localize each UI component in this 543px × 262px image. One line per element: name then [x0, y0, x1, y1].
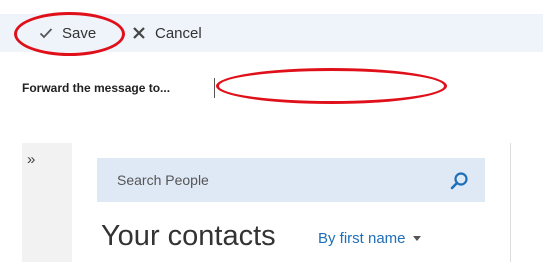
forward-label: Forward the message to...	[22, 81, 171, 95]
checkmark-icon	[38, 25, 54, 41]
caret-down-icon	[412, 235, 421, 241]
expand-pane-button[interactable]: »	[27, 151, 35, 168]
save-button[interactable]: Save	[38, 14, 96, 52]
left-rail: »	[22, 143, 72, 262]
search-people-box	[97, 158, 485, 202]
search-icon[interactable]	[449, 171, 469, 191]
search-people-input[interactable]	[97, 158, 427, 202]
cancel-button-label: Cancel	[155, 24, 202, 42]
panel-divider	[510, 143, 511, 262]
sort-dropdown[interactable]: By first name	[318, 226, 421, 250]
cancel-button[interactable]: Cancel	[131, 14, 202, 52]
sort-dropdown-label: By first name	[318, 229, 406, 247]
close-icon	[131, 25, 147, 41]
command-bar: Save Cancel	[0, 14, 543, 52]
forward-recipient-input[interactable]	[214, 78, 451, 98]
contacts-title: Your contacts	[101, 220, 276, 252]
save-button-label: Save	[62, 24, 97, 42]
